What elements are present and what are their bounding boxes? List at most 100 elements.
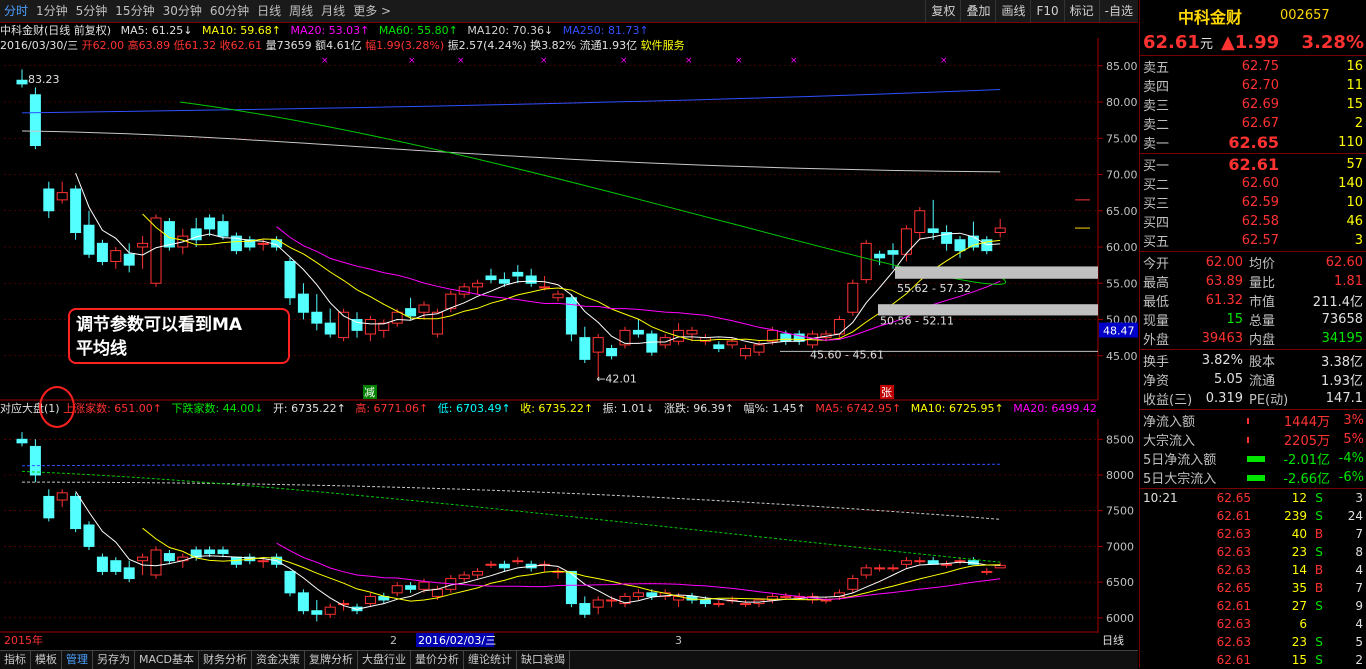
candle-body — [619, 329, 631, 346]
trade-price: 62.61 — [1216, 653, 1251, 667]
bottom-tab-9[interactable]: 量价分析 — [411, 651, 464, 669]
candle-body — [780, 333, 792, 342]
trade-vol: 6 — [1299, 617, 1307, 631]
bottom-tab-3[interactable]: 另存为 — [93, 651, 135, 669]
quote-stats: 今开 62.00 均价 62.60 最高 63.89 量比 1.81 最低 61.32 市值 211.… — [1140, 252, 1366, 350]
candle-body — [498, 279, 510, 284]
bottom-tab-0[interactable]: 指标 — [0, 651, 31, 669]
bottom-tab-8[interactable]: 大盘行业 — [358, 651, 411, 669]
x-axis-label: 2015年 — [4, 633, 43, 647]
bottom-tab-7[interactable]: 复牌分析 — [305, 651, 358, 669]
stats-v2: 1.81 — [1334, 274, 1363, 289]
asks-row: 卖四 62.70 11 — [1140, 76, 1366, 95]
candle-body — [137, 242, 149, 248]
asks-vol: 2 — [1354, 116, 1363, 131]
candle-body — [204, 217, 216, 230]
quote-header: 中科金财 002657 — [1140, 0, 1366, 29]
bottom-tab-1[interactable]: 模板 — [31, 651, 62, 669]
bottom-tab-bar: 指标 模板 管理 另存为 MACD基本 财务分析 资金决策 复牌分析 大盘行业 量价分析 缠论统计缺… — [0, 650, 1138, 669]
candle-body — [954, 239, 966, 252]
candle-body — [860, 567, 872, 576]
bottom-tab-2[interactable]: 管理 — [62, 651, 93, 669]
stats-row: 最低 61.32 市值 211.4亿 — [1140, 291, 1366, 310]
trade-vol: 23 — [1291, 635, 1307, 649]
trade-price: 62.63 — [1216, 635, 1251, 649]
candle-body — [498, 563, 510, 569]
ma5-value: MA5: 61.25↓ — [120, 24, 193, 37]
volume-value: 量73659 — [265, 39, 312, 52]
index-high: 高: 6771.06↑ — [355, 402, 429, 415]
candle-body — [740, 348, 752, 357]
jian-label: 减 — [364, 386, 375, 399]
stats-row: 外盘 39463 内盘 34195 — [1140, 329, 1366, 348]
index-info: 对应大盘(1) 上涨家数: 651.00↑ 下跌家数: 44.00↓ 开: 67… — [0, 401, 1098, 417]
trade-price: 62.61 — [1216, 599, 1251, 613]
flow-bar — [1247, 455, 1265, 462]
stats2-l1: 净资 — [1143, 374, 1170, 389]
index-ma120-line — [21, 481, 1001, 520]
candle-body — [606, 348, 618, 357]
asks-row: 卖三 62.69 15 — [1140, 95, 1366, 114]
candle-body — [659, 337, 671, 346]
index-up: 上涨家数: 651.00↑ — [63, 402, 163, 415]
support-zone-1 — [895, 266, 1098, 279]
bottom-tab-10[interactable]: 缠论统计 — [464, 651, 517, 669]
candle-body — [123, 567, 135, 580]
bottom-tab-11[interactable]: 缺口衰竭 — [517, 651, 570, 669]
trade-row: 62.63 23 S 5 — [1140, 633, 1366, 651]
candle-body — [887, 567, 899, 570]
flow-pct: -6% — [1338, 470, 1364, 485]
stats-row: 今开 62.00 均价 62.60 — [1140, 253, 1366, 272]
trade-side: S — [1315, 599, 1323, 613]
trade-price: 62.61 — [1216, 509, 1251, 523]
candle-body — [458, 574, 470, 580]
candle-body — [726, 340, 738, 346]
candle-body — [163, 553, 175, 562]
low-label: ←42.01 — [596, 373, 637, 386]
period-label[interactable]: 日线 — [1102, 633, 1124, 647]
trade-side: S — [1315, 545, 1323, 559]
candle-body — [592, 599, 604, 608]
flow-label: 净流入额 — [1143, 415, 1196, 430]
candle-body — [592, 337, 604, 353]
bids-row: 买三 62.59 10 — [1140, 193, 1366, 212]
stock-name-line: 中科金财(日线 前复权) — [0, 24, 112, 37]
flow-pct: -4% — [1338, 451, 1364, 466]
asks-vol: 16 — [1346, 59, 1363, 74]
asks-price: 62.70 — [1241, 78, 1279, 93]
bids-label: 买三 — [1143, 197, 1170, 212]
range3-label: 45.60 - 45.61 — [810, 349, 884, 362]
stats2-row: 收益(三) 0.319 PE(动) 147.1 — [1140, 389, 1366, 408]
candle-body — [874, 253, 886, 259]
stock-title: 中科金财 — [1178, 8, 1243, 27]
stats-v1: 62.00 — [1205, 255, 1243, 270]
signal-marker: × — [457, 56, 465, 66]
y-tick-label: 65.00 — [1106, 205, 1138, 218]
candle-body — [914, 210, 926, 233]
candle-body — [43, 495, 55, 519]
candle-body — [914, 560, 926, 563]
signal-marker: × — [940, 56, 948, 66]
candle-body — [431, 311, 443, 335]
index-close: 收: 6735.22↑ — [520, 402, 594, 415]
bids-price: 62.57 — [1241, 233, 1279, 248]
candle-body — [364, 319, 376, 335]
price-pct: 3.28% — [1301, 31, 1364, 53]
candle-body — [994, 227, 1006, 233]
trade-side: B — [1314, 581, 1324, 595]
candle-body — [56, 492, 68, 501]
signal-marker: × — [790, 56, 798, 66]
quote-panel: 中科金财 002657 62.61 元 ▲1.99 3.28% 卖五 62.75 1… — [1139, 0, 1366, 668]
bottom-tab-5[interactable]: 财务分析 — [199, 651, 252, 669]
y-tick-label: 75.00 — [1106, 132, 1138, 145]
flow-row: 5日净流入额 -2.01亿 -4% — [1140, 449, 1366, 468]
trade-vol: 15 — [1291, 653, 1307, 667]
candle-body — [847, 578, 859, 590]
stats-l1: 最低 — [1143, 295, 1170, 310]
bottom-tab-6[interactable]: 资金决策 — [252, 651, 305, 669]
stats2-v1: 3.82% — [1201, 353, 1243, 368]
bottom-tab-4[interactable]: MACD基本 — [135, 651, 199, 669]
flow-label: 5日净流入额 — [1143, 453, 1217, 468]
candle-body — [418, 581, 430, 590]
bids-label: 买四 — [1143, 216, 1170, 231]
